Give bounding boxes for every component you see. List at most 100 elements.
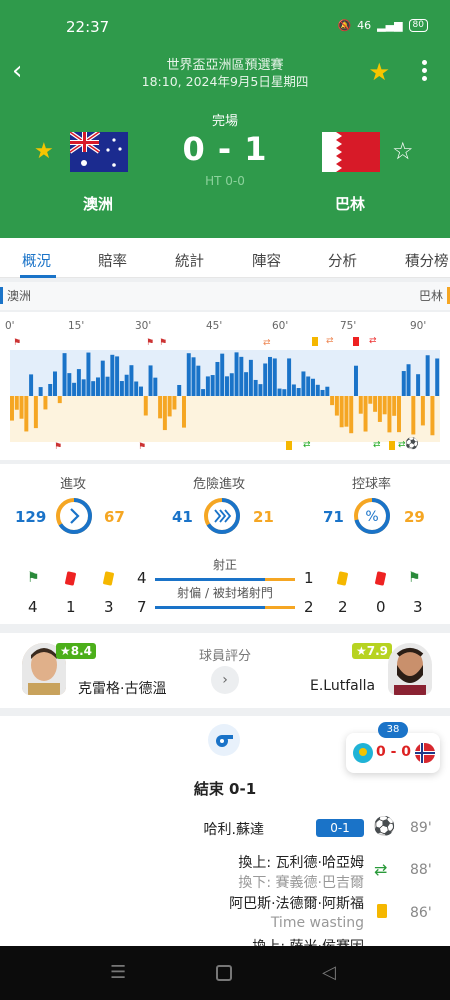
home-momentum-bar (38, 387, 43, 396)
away-momentum-bar (33, 396, 38, 429)
system-nav-bar: ☰ ◁ (0, 946, 450, 1000)
home-momentum-bar (139, 386, 143, 396)
sub-in[interactable]: 換上: 瓦利德·哈亞姆 (238, 852, 364, 872)
momentum-header: 澳洲 巴林 (0, 282, 450, 310)
home-momentum-bar (291, 384, 296, 396)
event-minute: 89' (410, 820, 432, 836)
home-momentum-bar (354, 365, 358, 396)
home-momentum-bar (306, 376, 311, 396)
away-momentum-bar (382, 396, 387, 415)
tab-stats[interactable]: 統計 (175, 250, 204, 271)
goal-scorer[interactable]: 哈利.蘇達 (204, 819, 264, 839)
home-momentum-bar (401, 371, 406, 396)
corner-flag-icon: ⚑ (54, 442, 63, 452)
home-momentum-bar (435, 358, 440, 396)
favorite-match-icon[interactable]: ★ (368, 58, 390, 86)
corner-flag-icon: ⚑ (159, 338, 168, 348)
full-time-title: 結束 0-1 (193, 780, 257, 798)
home-red: 1 (66, 598, 76, 616)
tab-standings[interactable]: 積分榜 (405, 250, 449, 271)
away-momentum-bar (10, 396, 14, 421)
home-momentum-bar (96, 377, 100, 396)
sub-out[interactable]: 換下: 賽義德·巴吉爾 (238, 872, 364, 892)
home-momentum-bar (258, 384, 263, 396)
away-player-name[interactable]: E.Lutfalla (310, 678, 375, 694)
tab-odds[interactable]: 賠率 (98, 250, 127, 271)
bahrain-flag-icon[interactable] (322, 132, 380, 172)
red-card-icon (353, 337, 359, 346)
home-momentum-bar (220, 353, 225, 396)
away-momentum-bar (358, 396, 363, 414)
home-momentum-bar (229, 373, 234, 396)
booking-reason: Time wasting (270, 915, 364, 931)
sub-in[interactable]: 換上: 薩米·侯賽因 (252, 936, 364, 946)
home-momentum-bar (320, 389, 325, 396)
possession-away: 29 (404, 508, 425, 526)
home-momentum-bar (253, 379, 258, 396)
australia-flag-icon[interactable] (70, 132, 128, 172)
away-momentum-bar (19, 396, 24, 419)
momentum-chart[interactable]: 0' 15' 30' 45' 60' 75' 90' ⚑ ⚑ ⚑ ⇄ ⇄ ⇄ ⚑… (0, 312, 450, 460)
tab-analysis[interactable]: 分析 (328, 250, 357, 271)
home-momentum-bar (239, 356, 244, 396)
active-tab-indicator (20, 275, 56, 278)
substitution-icon: ⇄ (369, 336, 377, 346)
shots-on-label: 射正 (212, 558, 237, 572)
substitution-icon: ⇄ (263, 338, 271, 348)
home-momentum-bar (416, 374, 421, 396)
ratings-next-button[interactable]: › (211, 666, 239, 694)
favorite-home-icon[interactable]: ★ (34, 139, 54, 164)
home-momentum-bar (110, 354, 115, 396)
svg-text:%: % (365, 509, 378, 525)
home-momentum-bar (268, 356, 272, 396)
away-momentum-bar (420, 396, 425, 426)
live-mini-match-card[interactable]: 0 - 0 (346, 733, 440, 773)
yellow-card-icon (312, 337, 318, 346)
signal-label: 46 (357, 19, 372, 32)
away-momentum-bar (14, 396, 19, 410)
tab-lineups[interactable]: 陣容 (252, 250, 281, 271)
away-team-name[interactable]: 巴林 (335, 193, 365, 214)
tab-overview[interactable]: 概況 (22, 250, 51, 271)
home-team-name[interactable]: 澳洲 (83, 193, 113, 214)
home-momentum-bar (186, 353, 191, 396)
home-yellow: 3 (104, 598, 114, 616)
mute-icon: 🔕 (337, 19, 352, 32)
booked-player[interactable]: 阿巴斯·法德爾·阿斯福 (229, 893, 364, 913)
away-player-avatar[interactable] (388, 643, 432, 695)
home-momentum-bar (325, 386, 330, 396)
event-minute: 86' (410, 905, 432, 921)
home-momentum-bar (215, 361, 220, 396)
home-momentum-bar (129, 365, 134, 396)
home-momentum-bar (86, 352, 91, 396)
status-time: 22:37 (66, 18, 110, 36)
more-menu-icon[interactable] (422, 60, 428, 84)
away-momentum-bar (387, 396, 392, 433)
possession-ring: % (354, 498, 390, 534)
away-red: 0 (376, 598, 386, 616)
yellow-card-icon (377, 904, 387, 918)
battery-icon: 80 (408, 19, 428, 32)
goal-ball-icon: ⚽ (405, 437, 419, 450)
away-momentum-bar (167, 396, 172, 417)
home-momentum-bar (81, 379, 86, 396)
away-momentum-bar (182, 396, 186, 428)
back-nav-icon[interactable]: ◁ (322, 962, 336, 983)
away-momentum-bar (330, 396, 335, 406)
halftime-score: HT 0-0 (205, 174, 245, 188)
home-momentum-bar (406, 364, 411, 396)
dangerous-away: 21 (253, 508, 274, 526)
dangerous-ring (204, 498, 240, 534)
home-momentum-bar (124, 374, 129, 396)
signal-icon: ▂▄▆ (377, 19, 403, 32)
away-momentum-bar (143, 396, 148, 416)
momentum-home-label: 澳洲 (0, 287, 31, 304)
dangerous-title: 危險進攻 (193, 477, 246, 492)
home-nav-icon[interactable] (216, 965, 232, 981)
home-momentum-bar (153, 377, 158, 396)
menu-nav-icon[interactable]: ☰ (110, 962, 126, 983)
home-player-name[interactable]: 克雷格·古德溫 (78, 678, 166, 698)
player-ratings[interactable]: 球員評分 ★8.4 克雷格·古德溫 › ★7.9 E.Lutfalla (0, 633, 450, 708)
home-momentum-bar (272, 358, 277, 396)
favorite-away-icon[interactable]: ☆ (392, 137, 414, 165)
